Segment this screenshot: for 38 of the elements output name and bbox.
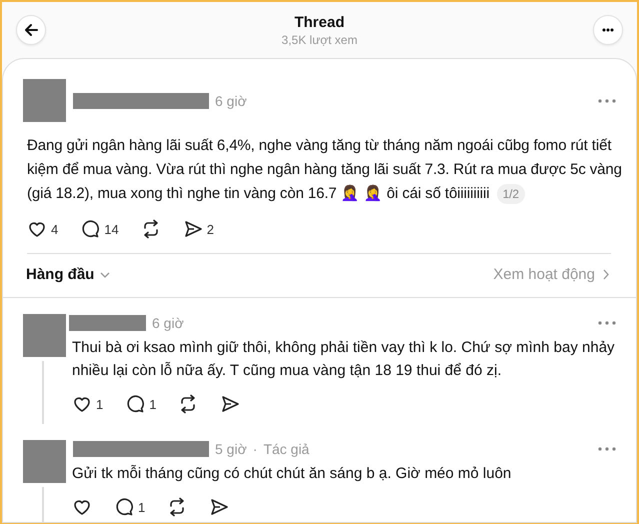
- author-tag: Tác giả: [263, 441, 310, 457]
- reply-button[interactable]: 1: [114, 497, 146, 517]
- reply-text: Thui bà ơi ksao mình giữ thôi, không phải tiền vay thì k lo. Chứ sợ mình bay nhảy nhiều lại còn lỗ nữa ấy. T cũng mua vàng tận 18 19 thui để đó zị.: [72, 338, 616, 381]
- share-button[interactable]: [209, 497, 230, 517]
- share-button[interactable]: [220, 394, 240, 414]
- like-button[interactable]: 4: [27, 219, 58, 239]
- more-icon[interactable]: [598, 98, 616, 102]
- more-icon: [602, 28, 614, 32]
- post-time: 6 giờ: [215, 92, 247, 108]
- reply-text: Gửi tk mỗi tháng cũng có chút chút ăn sáng b ạ. Giờ méo mỏ luôn: [72, 464, 512, 484]
- avatar-placeholder: [23, 440, 66, 483]
- view-count: 3,5K lượt xem: [282, 32, 358, 46]
- back-arrow-icon: [24, 23, 38, 37]
- back-button[interactable]: [16, 15, 46, 45]
- more-icon[interactable]: [598, 321, 616, 325]
- reply-button[interactable]: 14: [80, 219, 119, 239]
- speech-bubble-icon: [114, 497, 134, 517]
- page-badge: 1/2: [496, 184, 525, 204]
- reply-time: 6 giờ: [152, 315, 184, 331]
- chevron-down-icon: [100, 272, 110, 278]
- more-button[interactable]: [593, 15, 623, 45]
- reply-button[interactable]: 1: [125, 394, 156, 414]
- paper-plane-icon: [182, 219, 203, 239]
- like-button[interactable]: 1: [72, 394, 104, 414]
- sort-dropdown[interactable]: Hàng đầu: [26, 266, 110, 283]
- separator-dot: ·: [252, 441, 258, 457]
- avatar-placeholder: [23, 79, 66, 122]
- avatar-placeholder: [23, 314, 66, 357]
- paper-plane-icon: [220, 394, 240, 414]
- page-title: Thread: [294, 14, 344, 30]
- post-text: Đang gửi ngân hàng lãi suất 6,4%, nghe vàng tăng từ tháng năm ngoái cũbg fomo rút tiết kiệm để mua vàng. Vừa rút thì nghe ngân hàng tăng lãi suất 7.3. Rút ra mua được 5c vàng (giá 18.2), mua xong thì nghe tin vàng còn 16.7 🤦‍♀ 🤦‍♀ ôi cái số tôiiiiiiiiii 1/2: [27, 136, 623, 206]
- chevron-right-icon: [603, 269, 609, 280]
- paper-plane-icon: [209, 497, 230, 517]
- speech-bubble-icon: [125, 394, 146, 414]
- speech-bubble-icon: [80, 219, 100, 239]
- share-button[interactable]: 2: [182, 219, 214, 239]
- more-icon[interactable]: [598, 447, 616, 451]
- reply-time: 5 giờ: [215, 441, 247, 457]
